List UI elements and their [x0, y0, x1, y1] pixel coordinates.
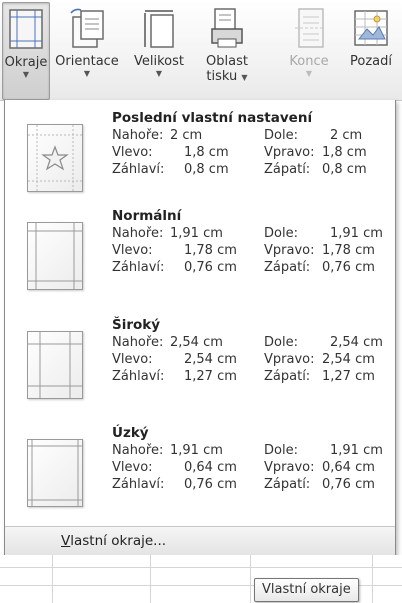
margin-preset-normal[interactable]: Normální Nahoře: 1,91 cm Dole: 1,91 cm V… — [5, 208, 395, 308]
breaks-button[interactable]: Konce ▼ — [284, 2, 334, 98]
size-icon — [141, 2, 177, 54]
breaks-icon — [291, 2, 327, 54]
print-area-button-label: Oblast — [206, 54, 248, 69]
preset-title: Normální — [112, 208, 182, 224]
margins-button-label: Okraje — [4, 55, 48, 70]
orientation-icon — [67, 2, 107, 54]
narrow-margins-icon — [27, 439, 83, 507]
breaks-button-label: Konce — [289, 54, 329, 69]
custom-margins-menu-item[interactable]: Vlastní okraje... — [5, 526, 395, 555]
preset-title: Poslední vlastní nastavení — [112, 110, 313, 126]
background-button[interactable]: Pozadí — [340, 2, 402, 98]
chevron-down-icon: ▼ — [305, 69, 313, 78]
chevron-down-icon: ▼ — [155, 69, 163, 78]
chevron-down-icon: ▼ — [83, 69, 91, 78]
star-icon — [41, 145, 69, 171]
print-area-button-label-2: tisku ▼ — [206, 69, 248, 84]
chevron-down-icon: ▼ — [241, 73, 248, 82]
tooltip: Vlastní okraje — [254, 578, 359, 602]
preset-title: Široký — [112, 317, 161, 333]
background-icon — [351, 2, 391, 54]
size-button-label: Velikost — [134, 54, 184, 69]
wide-margins-icon — [27, 331, 83, 399]
margin-preset-wide[interactable]: Široký Nahoře: 2,54 cm Dole: 2,54 cm Vle… — [5, 317, 395, 417]
background-button-label: Pozadí — [350, 54, 392, 69]
margin-preset-narrow[interactable]: Úzký Nahoře: 1,91 cm Dole: 1,91 cm Vlevo… — [5, 425, 395, 525]
margins-button[interactable]: Okraje ▼ — [2, 2, 50, 100]
chevron-down-icon: ▼ — [22, 70, 30, 79]
page-layout-ribbon: Okraje ▼ Orientace ▼ Velikost ▼ Oblast t… — [0, 0, 402, 101]
custom-margins-label: Vlastní okraje... — [61, 533, 167, 549]
margin-preset-last-custom[interactable]: Poslední vlastní nastavení Nahoře: 2 cm … — [5, 106, 395, 206]
orientation-button[interactable]: Orientace ▼ — [52, 2, 122, 98]
normal-margins-icon — [27, 222, 83, 290]
preset-title: Úzký — [112, 425, 149, 441]
size-button[interactable]: Velikost ▼ — [126, 2, 192, 98]
margins-icon — [8, 3, 44, 55]
print-area-button[interactable]: Oblast tisku ▼ — [196, 2, 258, 98]
margins-dropdown: Poslední vlastní nastavení Nahoře: 2 cm … — [4, 100, 396, 556]
print-area-icon — [209, 2, 245, 54]
orientation-button-label: Orientace — [55, 54, 119, 69]
preset-thumbnail — [27, 124, 83, 192]
